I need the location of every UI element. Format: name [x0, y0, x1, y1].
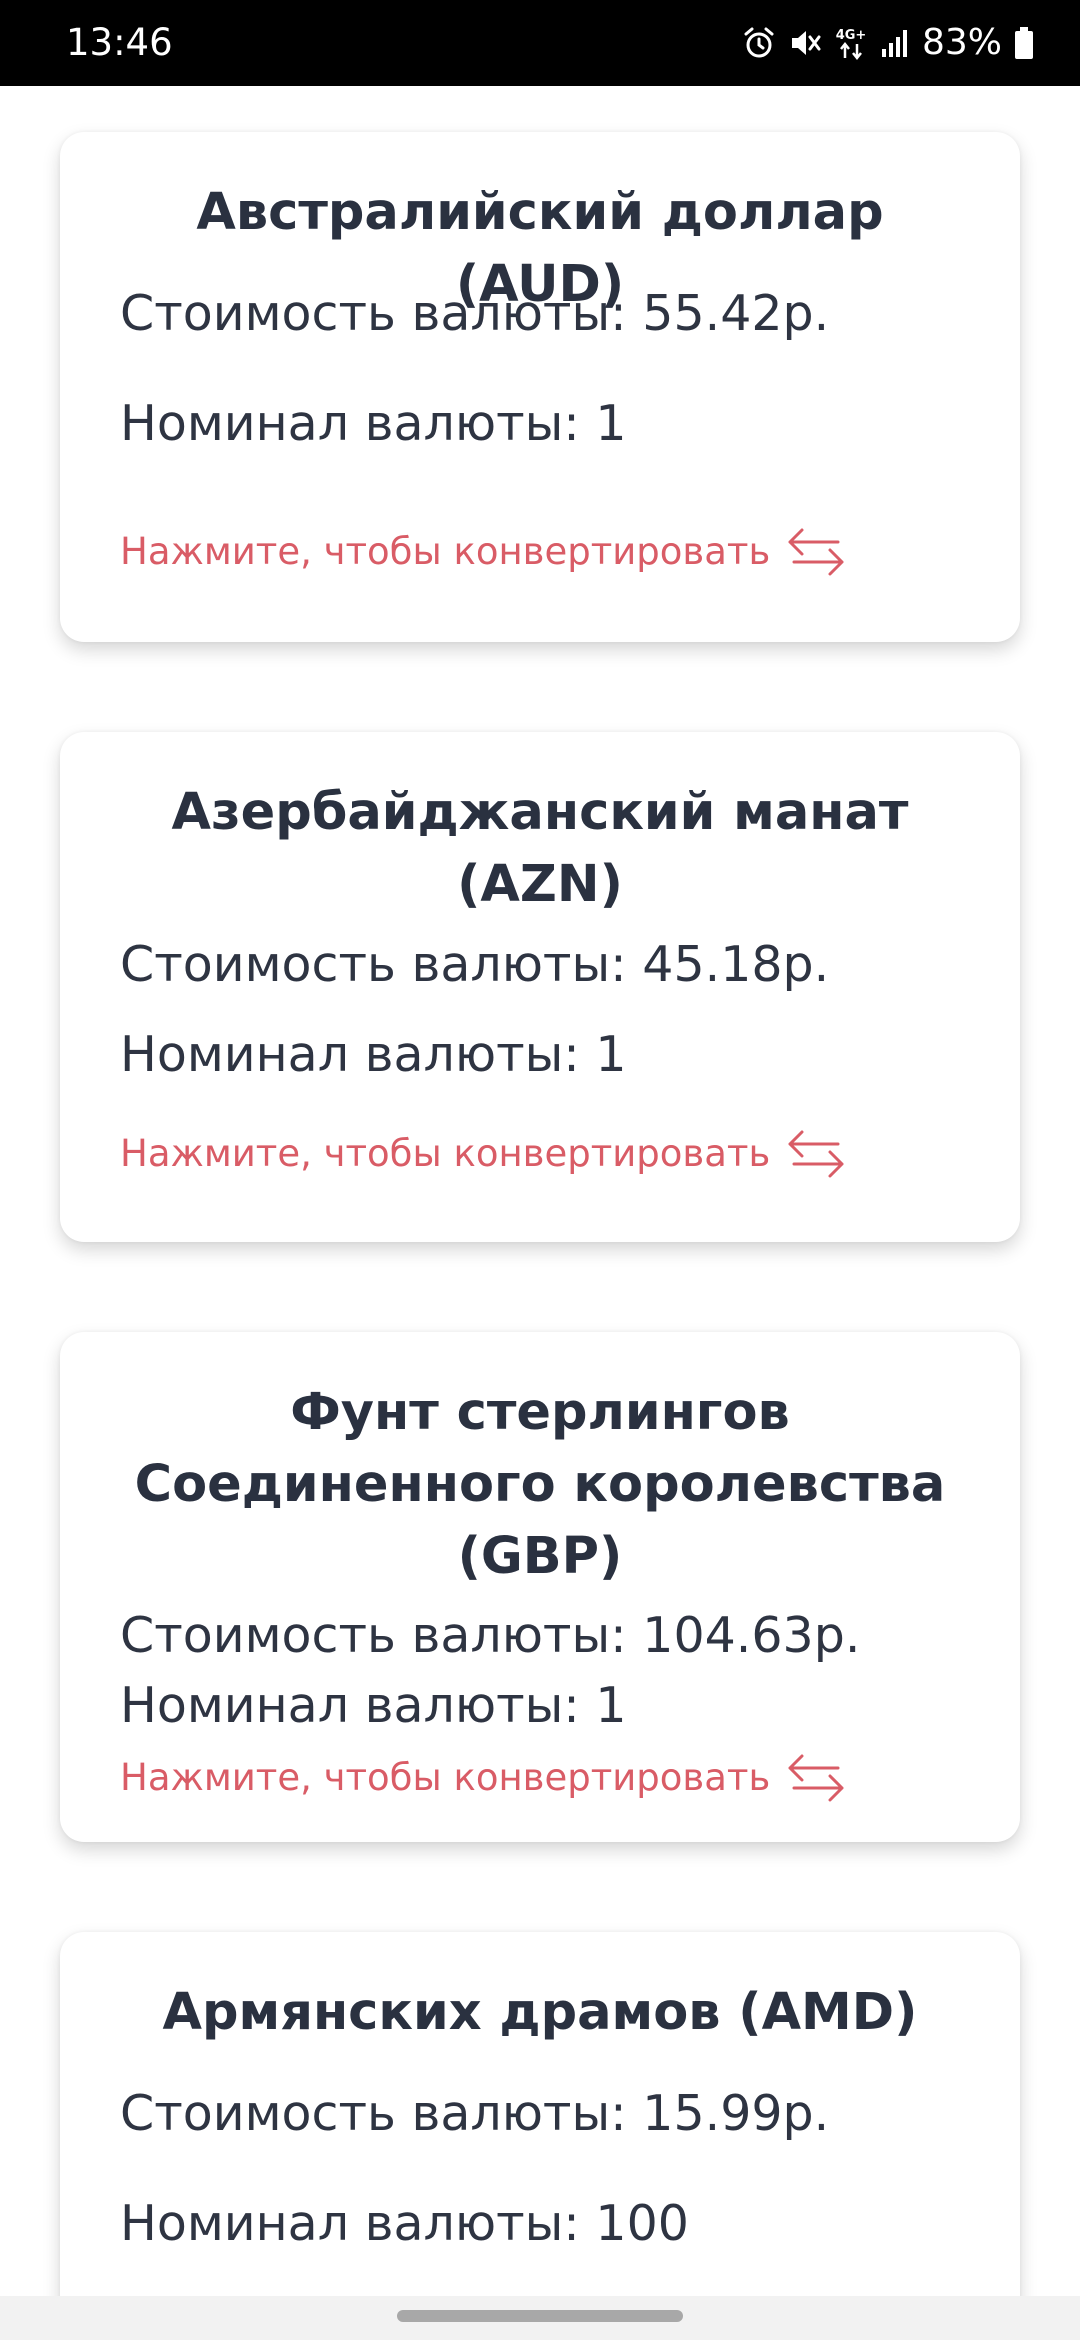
currency-card-amd[interactable]: Армянских драмов (AMD) Стоимость валюты:… — [60, 1932, 1020, 2296]
exchange-arrows-icon — [788, 528, 844, 576]
nominal-label: Номинал валюты: — [120, 395, 596, 452]
currency-price: Стоимость валюты: 104.63р. — [120, 1606, 860, 1666]
nominal-value: 1 — [595, 1677, 627, 1734]
currency-title: Фунт стерлингов Соединенного королевства… — [134, 1383, 946, 1586]
nominal-value: 1 — [595, 1026, 627, 1083]
convert-link[interactable]: Нажмите, чтобы конвертировать — [120, 1750, 848, 1806]
battery-percent: 83% — [921, 22, 1002, 63]
status-bar: 13:46 4G+ 83% — [0, 0, 1080, 86]
nominal-label: Номинал валюты: — [120, 1677, 596, 1734]
price-label: Стоимость валюты: — [120, 2085, 643, 2142]
convert-label: Нажмите, чтобы конвертировать — [120, 1756, 771, 1799]
alarm-icon — [744, 27, 774, 58]
exchange-arrows-icon — [788, 1754, 844, 1802]
nominal-value: 1 — [595, 395, 627, 452]
currency-nominal: Номинал валюты: 1 — [120, 394, 627, 454]
price-label: Стоимость валюты: — [120, 1607, 643, 1664]
mute-icon — [791, 31, 821, 55]
currency-nominal: Номинал валюты: 1 — [120, 1676, 627, 1736]
battery-icon — [1015, 27, 1033, 59]
exchange-arrows-icon — [788, 1130, 844, 1178]
home-gesture-handle[interactable] — [397, 2310, 683, 2322]
currency-price: Стоимость валюты: 15.99р. — [120, 2084, 829, 2144]
convert-link[interactable]: Нажмите, чтобы конвертировать — [120, 1126, 848, 1182]
currency-card-aud[interactable]: Австралийский доллар (AUD) Стоимость вал… — [60, 132, 1020, 642]
convert-label: Нажмите, чтобы конвертировать — [120, 1132, 771, 1175]
status-icons: 4G+ 83% — [742, 22, 1034, 64]
currency-list[interactable]: Австралийский доллар (AUD) Стоимость вал… — [0, 86, 1080, 2296]
currency-card-azn[interactable]: Азербайджанский манат (AZN) Стоимость ва… — [60, 732, 1020, 1242]
signal-icon — [881, 30, 907, 57]
convert-link[interactable]: Нажмите, чтобы конвертировать — [120, 524, 848, 580]
price-label: Стоимость валюты: — [120, 936, 643, 993]
currency-price: Стоимость валюты: 45.18р. — [120, 935, 829, 995]
network-4g-icon: 4G+ — [836, 28, 867, 61]
nominal-label: Номинал валюты: — [120, 1026, 596, 1083]
price-value: 104.63р. — [642, 1607, 861, 1664]
navigation-bar — [0, 2296, 1080, 2340]
price-value: 55.42р. — [642, 285, 830, 342]
price-value: 45.18р. — [642, 936, 830, 993]
price-label: Стоимость валюты: — [120, 285, 643, 342]
price-value: 15.99р. — [642, 2085, 830, 2142]
currency-nominal: Номинал валюты: 100 — [120, 2194, 689, 2254]
nominal-label: Номинал валюты: — [120, 2195, 596, 2252]
convert-label: Нажмите, чтобы конвертировать — [120, 530, 771, 573]
svg-text:4G+: 4G+ — [836, 28, 867, 43]
currency-card-gbp[interactable]: Фунт стерлингов Соединенного королевства… — [60, 1332, 1020, 1842]
currency-title: Армянских драмов (AMD) — [162, 1983, 918, 2042]
currency-title: Азербайджанский манат (AZN) — [171, 783, 909, 914]
currency-price: Стоимость валюты: 55.42р. — [120, 284, 829, 344]
status-time: 13:46 — [66, 21, 173, 64]
currency-nominal: Номинал валюты: 1 — [120, 1025, 627, 1085]
nominal-value: 100 — [595, 2195, 689, 2252]
